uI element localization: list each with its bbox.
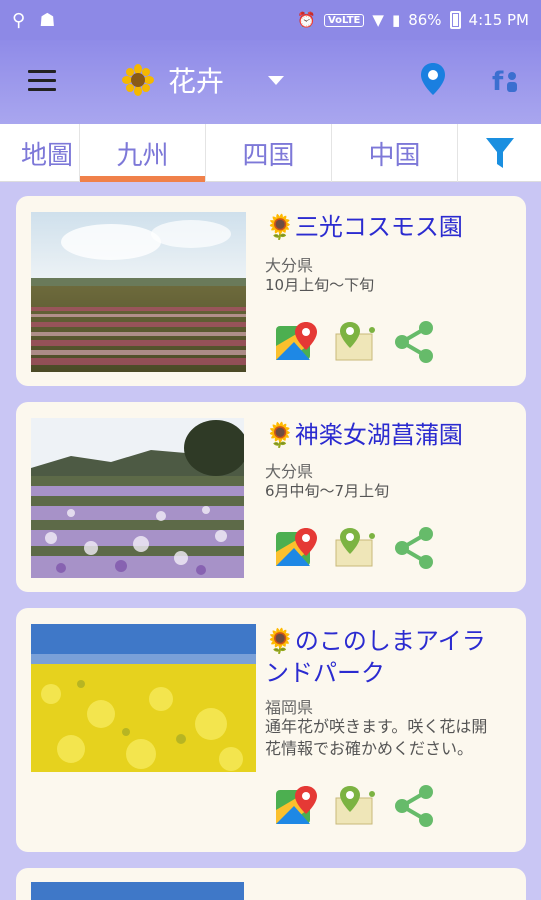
- card-prefecture: 大分県: [265, 256, 314, 275]
- card-period: 10月上旬～下旬: [265, 276, 375, 294]
- sunflower-icon: 🌻: [265, 213, 295, 241]
- android-icon: ☗: [39, 9, 56, 31]
- volte-badge: VoLTE: [323, 13, 365, 27]
- app-bar: 花卉 f: [0, 40, 541, 124]
- filter-icon: [485, 138, 514, 168]
- hamburger-menu-icon[interactable]: [28, 70, 56, 92]
- card-note: 通年花が咲きます。咲く花は開 花情報でお確かめください。: [265, 717, 488, 758]
- card-prefecture: 大分県: [265, 462, 314, 481]
- sunflower-icon: 🌻: [265, 627, 295, 655]
- map-pin-icon[interactable]: [420, 62, 446, 96]
- list-item[interactable]: 🌻三光コスモス園 大分県 10月上旬～下旬: [16, 196, 526, 386]
- card-title: 🌻三光コスモス園: [265, 213, 463, 241]
- battery-icon: [449, 11, 461, 29]
- google-maps-icon[interactable]: [274, 526, 318, 570]
- tab-shikoku[interactable]: 四国: [206, 124, 332, 182]
- sunflower-icon: [122, 64, 154, 96]
- flower-photo: [31, 212, 246, 372]
- battery-percent: 86%: [408, 11, 442, 29]
- list-item[interactable]: 🌻のこのしまアイラ ンドパーク 福岡県 通年花が咲きます。咲く花は開 花情報でお…: [16, 608, 526, 852]
- status-bar: ⚲ ☗ ⏰ VoLTE ▼ ▮ 86% 4:15 PM: [0, 0, 541, 40]
- tab-chugoku[interactable]: 中国: [332, 124, 458, 182]
- alarm-icon: ⏰: [297, 11, 316, 29]
- usb-icon: ⚲: [12, 9, 26, 31]
- dropdown-caret-icon[interactable]: [268, 76, 284, 85]
- list-item[interactable]: [16, 868, 526, 900]
- flower-photo: [31, 624, 256, 772]
- route-map-icon[interactable]: [334, 320, 378, 364]
- route-map-icon[interactable]: [334, 784, 378, 828]
- region-tabs: 地圖 九州 四国 中国: [0, 124, 541, 182]
- signal-icon: ▮: [391, 11, 401, 29]
- tab-map[interactable]: 地圖: [0, 124, 80, 182]
- svg-text:f: f: [492, 67, 504, 96]
- card-title: 🌻神楽女湖菖蒲園: [265, 421, 463, 449]
- clock: 4:15 PM: [468, 11, 529, 29]
- flower-photo: [31, 418, 244, 578]
- flower-photo: [31, 882, 244, 900]
- route-map-icon[interactable]: [334, 526, 378, 570]
- page-title: 花卉: [168, 65, 225, 98]
- filter-button[interactable]: [458, 124, 541, 182]
- category-selector[interactable]: 花卉: [122, 60, 224, 100]
- facebook-share-icon[interactable]: f: [490, 64, 522, 96]
- card-prefecture: 福岡県: [265, 698, 314, 717]
- card-title-continued: ンドパーク: [265, 659, 385, 687]
- share-icon[interactable]: [392, 784, 436, 828]
- card-period: 6月中旬～7月上旬: [265, 482, 390, 500]
- google-maps-icon[interactable]: [274, 784, 318, 828]
- sunflower-icon: 🌻: [265, 421, 295, 449]
- share-icon[interactable]: [392, 526, 436, 570]
- tab-kyushu[interactable]: 九州: [80, 124, 206, 182]
- google-maps-icon[interactable]: [274, 320, 318, 364]
- card-title: 🌻のこのしまアイラ: [265, 627, 486, 655]
- wifi-icon: ▼: [372, 11, 384, 29]
- list-item[interactable]: 🌻神楽女湖菖蒲園 大分県 6月中旬～7月上旬: [16, 402, 526, 592]
- share-icon[interactable]: [392, 320, 436, 364]
